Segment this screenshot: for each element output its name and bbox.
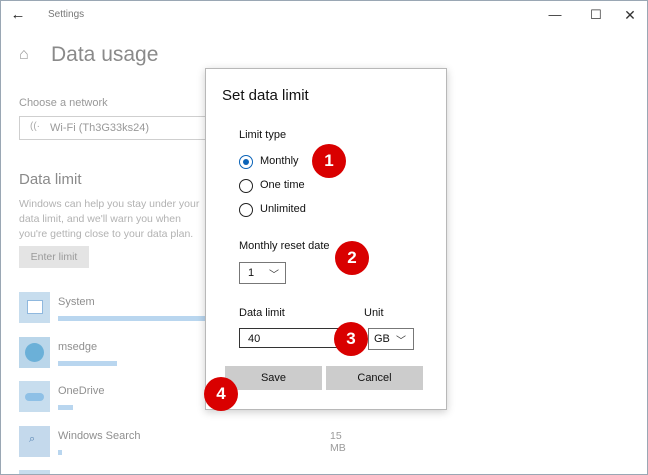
- save-button[interactable]: Save: [225, 366, 322, 390]
- chevron-down-icon: ﹀: [396, 336, 406, 347]
- network-dropdown[interactable]: ((· Wi-Fi (Th3G33ks24): [19, 116, 221, 140]
- home-icon[interactable]: ⌂: [19, 46, 29, 64]
- radio-one-time[interactable]: One time: [239, 177, 409, 197]
- reset-date-dropdown[interactable]: 1 ﹀: [239, 262, 286, 284]
- title-bar: ← Settings — ☐ ✕: [1, 1, 647, 29]
- radio-button-icon: [239, 179, 253, 193]
- radio-label: One time: [260, 179, 305, 191]
- usage-bar: [58, 316, 206, 321]
- wifi-icon: ((·: [30, 121, 40, 132]
- reset-date-value: 1: [248, 267, 255, 279]
- data-limit-heading: Data limit: [19, 171, 82, 188]
- dialog-title: Set data limit: [222, 87, 309, 104]
- settings-window: ← Settings — ☐ ✕ ⌂ Data usage Choose a n…: [0, 0, 648, 475]
- radio-label: Unlimited: [260, 203, 306, 215]
- callout-marker-2: 2: [335, 241, 369, 275]
- callout-marker-3: 3: [334, 322, 368, 356]
- usage-bar: [58, 450, 62, 455]
- usage-bar: [58, 361, 117, 366]
- radio-label: Monthly: [260, 155, 299, 167]
- close-button[interactable]: ✕: [618, 5, 642, 25]
- limit-type-label: Limit type: [239, 129, 287, 141]
- network-label: Choose a network: [19, 97, 108, 109]
- minimize-button[interactable]: —: [543, 5, 567, 25]
- search-app-icon: ⌕: [19, 426, 50, 457]
- network-value: Wi-Fi (Th3G33ks24): [50, 122, 150, 134]
- app-name: msedge: [58, 341, 98, 353]
- usage-bar: [58, 405, 73, 410]
- usage-value: 15 MB: [330, 430, 346, 454]
- system-app-icon: [19, 292, 50, 323]
- edge-app-icon: [19, 337, 50, 368]
- reset-date-label: Monthly reset date: [239, 240, 330, 252]
- chevron-down-icon: ﹀: [269, 270, 279, 281]
- app-icon: [19, 470, 50, 474]
- window-title: Settings: [48, 9, 85, 20]
- unit-label: Unit: [364, 307, 384, 319]
- cancel-button[interactable]: Cancel: [326, 366, 423, 390]
- back-arrow-icon[interactable]: ←: [9, 6, 27, 24]
- page-title: Data usage: [51, 43, 159, 66]
- enter-limit-button[interactable]: Enter limit: [19, 246, 89, 268]
- app-name: OneDrive: [58, 385, 105, 397]
- radio-unlimited[interactable]: Unlimited: [239, 201, 409, 221]
- callout-marker-4: 4: [204, 377, 238, 411]
- unit-dropdown[interactable]: GB ﹀: [368, 328, 414, 350]
- callout-marker-1: 1: [312, 144, 346, 178]
- radio-button-icon: [239, 203, 253, 217]
- radio-button-icon: [239, 155, 253, 169]
- data-limit-label: Data limit: [239, 307, 285, 319]
- maximize-button[interactable]: ☐: [584, 5, 608, 25]
- app-name: Windows Search: [58, 430, 141, 442]
- set-data-limit-dialog: Set data limit Limit type Monthly One ti…: [205, 68, 447, 410]
- app-name: System: [58, 296, 95, 308]
- onedrive-app-icon: [19, 381, 50, 412]
- unit-value: GB: [374, 333, 390, 345]
- data-limit-description: Windows can help you stay under your dat…: [19, 198, 200, 240]
